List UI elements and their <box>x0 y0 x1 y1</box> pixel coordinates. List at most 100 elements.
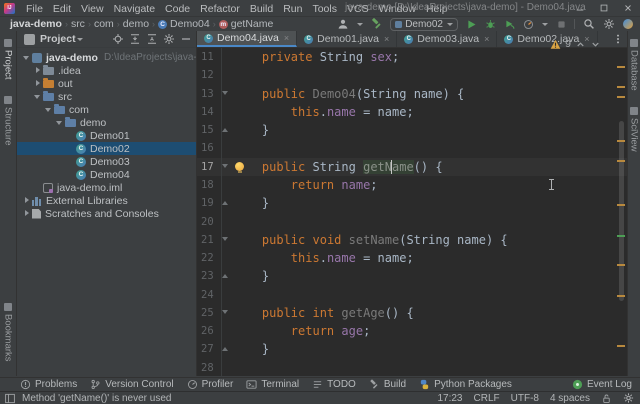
tab-demo01-java[interactable]: CDemo01.java× <box>297 31 397 47</box>
code-line-text[interactable]: this.name = name; <box>233 105 627 119</box>
tab-demo04-java[interactable]: CDemo04.java× <box>197 31 297 47</box>
tree-arrow-right-icon[interactable] <box>22 196 31 205</box>
expand-all-icon[interactable] <box>129 33 141 45</box>
window-close-button[interactable] <box>616 0 640 16</box>
tool-button-python-packages[interactable]: Python Packages <box>419 379 512 390</box>
fold-down-icon[interactable] <box>222 163 229 170</box>
fold-marker[interactable] <box>218 273 233 280</box>
settings-gear-icon[interactable] <box>623 393 634 404</box>
error-stripe[interactable] <box>615 48 627 376</box>
breadcrumb-item-demo[interactable]: demo <box>123 18 149 30</box>
caret-position[interactable]: 17:23 <box>437 393 462 404</box>
stripe-button-project[interactable]: Project <box>3 39 14 80</box>
menu-code[interactable]: Code <box>160 3 195 15</box>
indent-setting[interactable]: 4 spaces <box>550 393 590 404</box>
tree-item-java-demo[interactable]: java-demoD:\IdeaProjects\java-demo <box>17 51 196 64</box>
window-maximize-button[interactable] <box>592 0 616 16</box>
chevron-down-icon[interactable] <box>542 23 548 26</box>
tree-item-com[interactable]: com <box>17 103 196 116</box>
tool-button-build[interactable]: Build <box>369 379 406 390</box>
tree-item-src[interactable]: src <box>17 90 196 103</box>
breadcrumb-item-java-demo[interactable]: java-demo <box>10 18 62 30</box>
tree-item-demo04[interactable]: CDemo04 <box>17 168 196 181</box>
tab-close-icon[interactable]: × <box>284 33 289 43</box>
tab-close-icon[interactable]: × <box>384 34 389 44</box>
tree-item-scratches-and-consoles[interactable]: Scratches and Consoles <box>17 207 196 220</box>
tool-button-problems[interactable]: Problems <box>20 379 77 390</box>
tree-item-out[interactable]: out <box>17 77 196 90</box>
window-minimize-button[interactable] <box>568 0 592 16</box>
fold-down-icon[interactable] <box>222 236 229 243</box>
fold-marker[interactable] <box>218 127 233 134</box>
search-everywhere-icon[interactable] <box>582 18 595 31</box>
code-line-text[interactable]: public void setName(String name) { <box>233 233 627 247</box>
user-avatar-icon[interactable] <box>336 18 349 31</box>
tab-close-icon[interactable]: × <box>484 34 489 44</box>
code-line-text[interactable]: } <box>233 342 627 356</box>
stripe-button-structure[interactable]: Structure <box>3 96 14 146</box>
debug-button-icon[interactable] <box>484 18 496 30</box>
code-line-text[interactable]: private String sex; <box>233 50 627 64</box>
tool-button-version-control[interactable]: Version Control <box>90 379 173 390</box>
tree-arrow-right-icon[interactable] <box>33 66 42 75</box>
chevron-down-icon[interactable] <box>357 23 363 26</box>
line-number[interactable]: 21 <box>197 234 218 246</box>
file-encoding[interactable]: UTF-8 <box>511 393 539 404</box>
code-line-text[interactable]: } <box>233 123 627 137</box>
fold-marker[interactable] <box>218 236 233 243</box>
menu-run[interactable]: Run <box>278 3 307 15</box>
intention-bulb-icon[interactable] <box>235 162 244 171</box>
menu-refactor[interactable]: Refactor <box>195 3 245 15</box>
fold-marker[interactable] <box>218 90 233 97</box>
code-line-text[interactable]: this.name = name; <box>233 251 627 265</box>
run-with-coverage-icon[interactable] <box>503 18 515 30</box>
code-line-text[interactable]: public int getAge() { <box>233 306 627 320</box>
tree-arrow-down-icon[interactable] <box>22 53 31 62</box>
code-line-text[interactable]: } <box>233 269 627 283</box>
tool-button-terminal[interactable]: Terminal <box>246 379 299 390</box>
next-warning-chevron-down-icon[interactable] <box>590 39 601 50</box>
toolbar-plugin-icon[interactable] <box>622 18 634 30</box>
menu-edit[interactable]: Edit <box>48 3 76 15</box>
prev-warning-chevron-up-icon[interactable] <box>575 39 586 50</box>
breadcrumb-item-src[interactable]: src <box>71 18 85 30</box>
line-number[interactable]: 25 <box>197 307 218 319</box>
tool-button-todo[interactable]: TODO <box>312 379 356 390</box>
build-hammer-icon[interactable] <box>370 18 383 31</box>
fold-marker[interactable] <box>218 346 233 353</box>
fold-up-icon[interactable] <box>222 200 229 207</box>
menu-build[interactable]: Build <box>245 3 278 15</box>
lock-icon[interactable] <box>601 393 612 404</box>
tree-arrow-down-icon[interactable] <box>55 118 64 127</box>
hide-panel-icon[interactable] <box>180 33 192 45</box>
line-number[interactable]: 14 <box>197 106 218 118</box>
line-number[interactable]: 26 <box>197 325 218 337</box>
line-number[interactable]: 22 <box>197 252 218 264</box>
code-line-text[interactable]: public Demo04(String name) { <box>233 87 627 101</box>
tree-item-demo02[interactable]: CDemo02 <box>17 142 196 155</box>
breadcrumb-item-demo04[interactable]: CDemo04 <box>158 18 210 30</box>
code-line-text[interactable]: } <box>233 196 627 210</box>
menu-file[interactable]: File <box>21 3 48 15</box>
tool-window-switcher-icon[interactable] <box>4 393 16 403</box>
tree-item-java-demo-iml[interactable]: java-demo.iml <box>17 181 196 194</box>
profiler-icon[interactable] <box>522 18 534 30</box>
tree-item-demo[interactable]: demo <box>17 116 196 129</box>
line-number[interactable]: 13 <box>197 88 218 100</box>
line-number[interactable]: 23 <box>197 270 218 282</box>
tool-button-profiler[interactable]: Profiler <box>187 379 234 390</box>
fold-down-icon[interactable] <box>222 309 229 316</box>
tree-item-demo01[interactable]: CDemo01 <box>17 129 196 142</box>
tree-item-external-libraries[interactable]: External Libraries <box>17 194 196 207</box>
tree-arrow-right-icon[interactable] <box>33 79 42 88</box>
locate-file-icon[interactable] <box>112 33 124 45</box>
project-panel-title[interactable]: Project <box>40 33 76 45</box>
line-number[interactable]: 19 <box>197 197 218 209</box>
tab-options-kebab-icon[interactable] <box>612 33 624 45</box>
tab-demo03-java[interactable]: CDemo03.java× <box>397 31 497 47</box>
fold-marker[interactable] <box>218 309 233 316</box>
tree-item-demo03[interactable]: CDemo03 <box>17 155 196 168</box>
line-number[interactable]: 15 <box>197 124 218 136</box>
fold-up-icon[interactable] <box>222 273 229 280</box>
line-number[interactable]: 11 <box>197 51 218 63</box>
